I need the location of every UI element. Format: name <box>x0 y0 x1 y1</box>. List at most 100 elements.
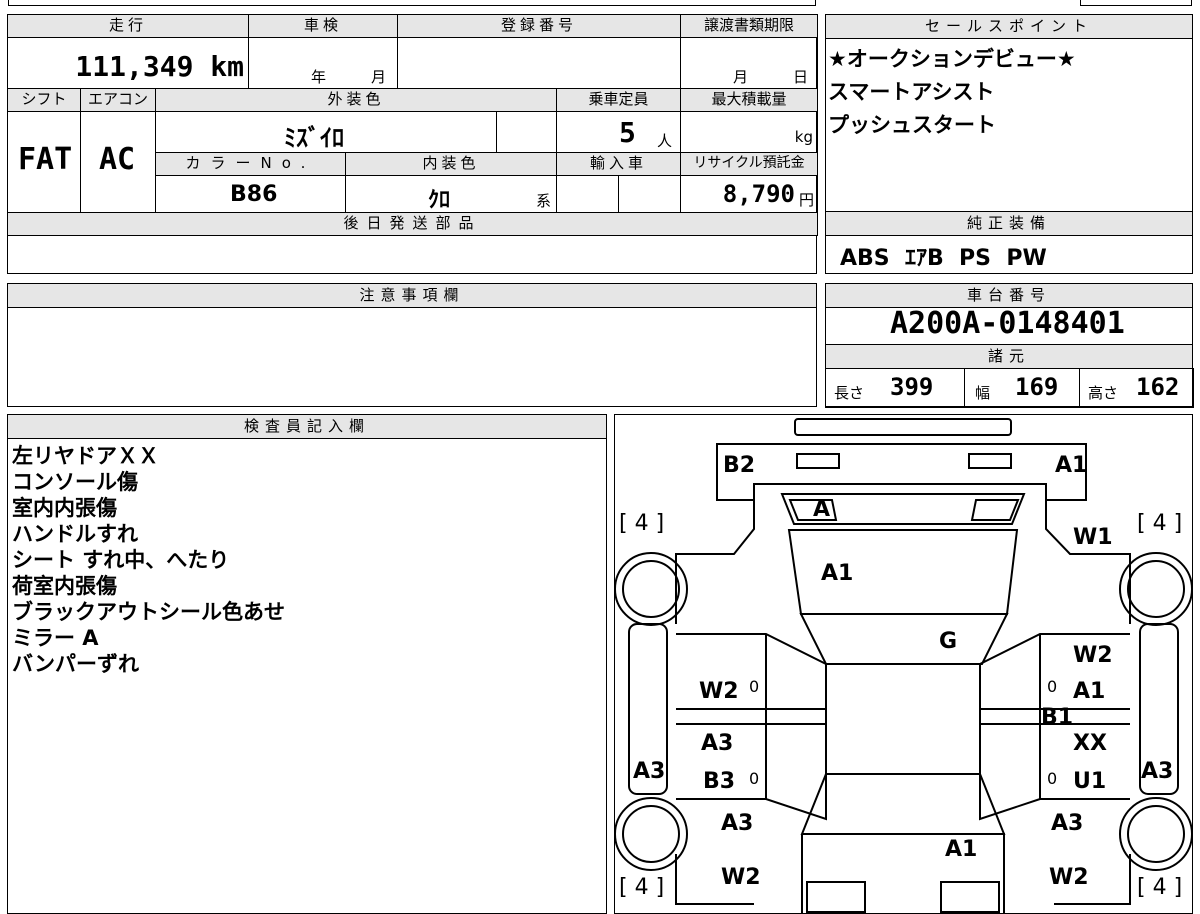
damage-right-sill-a3: A3 <box>1141 759 1174 784</box>
damage-left-a3: A3 <box>701 731 734 756</box>
sales-points-header: セールスポイント <box>826 15 1192 39</box>
damage-right-u1: U1 <box>1073 769 1107 794</box>
interior-color-cell: ｸﾛ 系 <box>345 175 557 213</box>
top-strip <box>8 0 816 6</box>
damage-right-xx: XX <box>1073 731 1107 756</box>
aircon-header: エアコン <box>80 88 156 112</box>
spec-length-label: 長さ <box>834 384 865 402</box>
mileage-cell: 111,349 km <box>7 37 249 89</box>
damage-front-w2-left: W2 <box>721 865 761 890</box>
spec-width-cell: 幅 169 <box>964 368 1080 408</box>
inspector-note: ブラックアウトシール色あせ <box>12 600 285 624</box>
shift-header: シフト <box>7 88 81 112</box>
chassis-header: 車台番号 <box>826 284 1192 308</box>
recycle-value: 8,790 <box>722 180 795 208</box>
color-no-value: B86 <box>230 182 278 207</box>
chassis-panel: 車台番号 A200A-0148401 <box>825 283 1193 345</box>
damage-hood-a1: A1 <box>945 837 978 862</box>
zero-mark: 0 <box>1047 769 1058 788</box>
recycle-header: リサイクル預託金 <box>680 152 818 176</box>
spec-length-value: 399 <box>890 373 934 401</box>
interior-color-value: ｸﾛ <box>428 188 451 213</box>
interior-color-header: 内装色 <box>345 152 557 176</box>
recycle-cell: 8,790 円 <box>680 175 818 213</box>
specs-panel: 諸元 長さ 399 幅 169 高さ 162 <box>825 344 1194 408</box>
exterior-color-extra-cell <box>496 111 557 153</box>
equipment-panel: 純正装備 ABS ｴｱB PS PW <box>825 211 1193 274</box>
inspector-panel: 検査員記入欄 左リヤドアＸＸ コンソール傷 室内内張傷 ハンドルすれ シート す… <box>7 414 607 914</box>
sales-point-line: プッシュスタート <box>828 113 996 137</box>
spec-height-label: 高さ <box>1088 384 1119 402</box>
notes-header: 注意事項欄 <box>8 284 816 308</box>
max-load-header: 最大積載量 <box>680 88 818 112</box>
inspector-note: コンソール傷 <box>12 470 138 494</box>
import-cell-b <box>618 175 681 213</box>
chassis-value: A200A-0148401 <box>890 306 1125 341</box>
inspection-cell: 年 月 <box>248 37 398 89</box>
registration-cell <box>397 37 681 89</box>
capacity-unit: 人 <box>657 132 673 150</box>
damage-front-right-a3: A3 <box>1051 811 1084 836</box>
transfer-deadline-cell: 月 日 <box>680 37 818 89</box>
sales-point-line: ★オークションデビュー★ <box>828 47 1076 71</box>
inspection-header: 車検 <box>248 14 398 38</box>
damage-left-sill-a3: A3 <box>633 759 666 784</box>
damage-right-b1: B1 <box>1041 705 1074 730</box>
damage-glass-g: G <box>939 629 958 654</box>
later-parts-header: 後日発送部品 <box>7 212 818 236</box>
notes-panel: 注意事項欄 <box>7 283 817 407</box>
sales-points-panel: セールスポイント ★オークションデビュー★ スマートアシスト プッシュスタート <box>825 14 1193 212</box>
inspection-month-unit: 月 <box>371 68 387 86</box>
capacity-value: 5 <box>619 116 636 149</box>
transfer-day-unit: 日 <box>793 68 809 86</box>
capacity-cell: 5 人 <box>556 111 681 153</box>
specs-header: 諸元 <box>826 345 1192 369</box>
equipment-value: ABS ｴｱB PS PW <box>840 246 1047 271</box>
damage-left-b3: B3 <box>703 769 736 794</box>
damage-rear-right: A1 <box>1055 453 1088 478</box>
tire-mark-front-left: [ 4 ] <box>619 875 665 900</box>
inspector-note: ハンドルすれ <box>12 522 138 546</box>
inspector-notes-list: 左リヤドアＸＸ コンソール傷 室内内張傷 ハンドルすれ シート すれ中、へたり … <box>12 443 285 677</box>
inspector-note: バンパーずれ <box>12 652 140 676</box>
recycle-unit: 円 <box>798 191 814 209</box>
tire-mark-rear-left: [ 4 ] <box>619 511 665 536</box>
spec-width-label: 幅 <box>975 384 991 402</box>
mileage-value: 111,349 km <box>75 50 244 83</box>
color-no-cell: B86 <box>155 175 346 213</box>
exterior-color-header: 外装色 <box>155 88 557 112</box>
damage-rear-window: A <box>813 497 831 522</box>
exterior-color-cell: ﾐｽﾞｲﾛ <box>155 111 497 153</box>
zero-mark: 0 <box>749 769 760 788</box>
tire-mark-front-right: [ 4 ] <box>1137 875 1183 900</box>
damage-front-left-a3: A3 <box>721 811 754 836</box>
damage-front-w2-right: W2 <box>1049 865 1089 890</box>
damage-right-w2: W2 <box>1073 643 1113 668</box>
sales-points-list: ★オークションデビュー★ スマートアシスト プッシュスタート <box>828 43 1076 142</box>
equipment-header: 純正装備 <box>826 212 1192 236</box>
max-load-cell: kg <box>680 111 818 153</box>
sales-point-line: スマートアシスト <box>828 80 995 104</box>
inspector-header: 検査員記入欄 <box>8 415 606 439</box>
inspection-year-unit: 年 <box>311 68 327 86</box>
damage-right-a1: A1 <box>1073 679 1106 704</box>
inspector-note: シート すれ中、へたり <box>12 548 230 572</box>
zero-mark: 0 <box>749 677 760 696</box>
aircon-value: AC <box>99 142 136 177</box>
spec-width-value: 169 <box>1015 373 1059 401</box>
shift-value: FAT <box>18 142 73 177</box>
tire-mark-rear-right: [ 4 ] <box>1137 511 1183 536</box>
color-no-header: カラーNo. <box>155 152 346 176</box>
damage-roof-a1: A1 <box>821 561 854 586</box>
transfer-month-unit: 月 <box>733 68 749 86</box>
import-header: 輸入車 <box>556 152 681 176</box>
inspector-note: 左リヤドアＸＸ <box>12 444 159 468</box>
top-strip-right <box>1080 0 1192 6</box>
aircon-cell: AC <box>80 111 156 213</box>
registration-header: 登録番号 <box>397 14 681 38</box>
car-diagram-panel: [ 4 ] [ 4 ] [ 4 ] [ 4 ] B2 A1 A W1 A1 G … <box>614 414 1193 914</box>
spec-height-cell: 高さ 162 <box>1079 368 1194 408</box>
exterior-color-value: ﾐｽﾞｲﾛ <box>284 124 344 152</box>
mileage-header: 走行 <box>7 14 249 38</box>
inspector-note: ミラー A <box>12 626 99 650</box>
